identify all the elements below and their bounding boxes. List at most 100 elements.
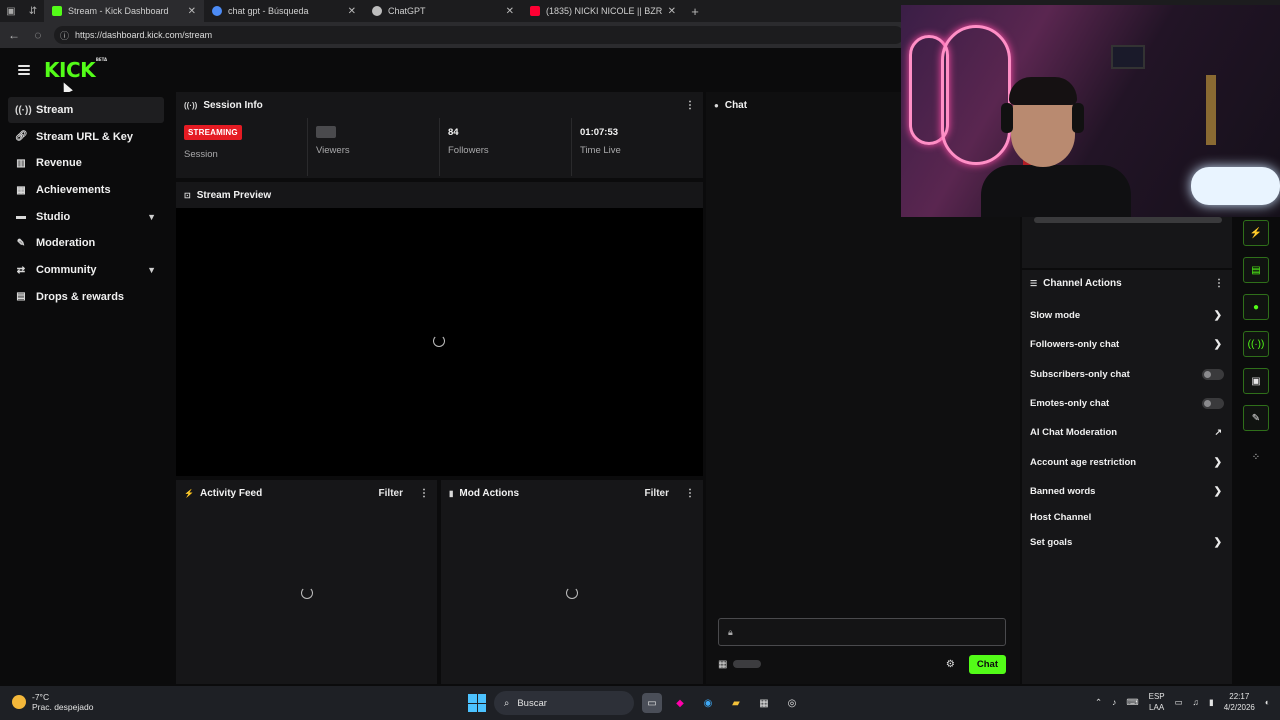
- store-icon[interactable]: ▦: [718, 659, 727, 670]
- list-icon: ☰: [1030, 278, 1038, 288]
- browser-tab-kick[interactable]: Stream - Kick Dashboard ✕: [44, 0, 204, 22]
- volume-icon[interactable]: ♫: [1193, 697, 1199, 707]
- stat-label: Session: [184, 149, 218, 160]
- language-indicator[interactable]: ESP LAA: [1149, 691, 1165, 713]
- clock[interactable]: 22:17 4/2/2026: [1224, 691, 1255, 713]
- vertical-tabs-icon[interactable]: ⇵: [22, 0, 44, 22]
- windows-start-icon[interactable]: [468, 694, 486, 712]
- edge-icon[interactable]: ◉: [698, 693, 718, 713]
- chevron-right-icon: ❯: [1213, 339, 1222, 351]
- tab-actions-icon[interactable]: ▣: [0, 0, 22, 22]
- browser-tab-search[interactable]: chat gpt - Búsqueda ✕: [204, 0, 364, 22]
- viewers-loading-placeholder: [316, 126, 336, 138]
- link-icon: 🔗︎: [15, 131, 28, 143]
- sidebar-item-stream[interactable]: ((·)) Stream: [8, 97, 164, 123]
- emotes-only-toggle[interactable]: [1202, 398, 1224, 410]
- chevron-right-icon: ❯: [1213, 485, 1222, 497]
- chat-input[interactable]: 🔒︎: [718, 618, 1006, 646]
- channel-actions-panel: ☰ Channel Actions ⋮ Slow mode ❯ Follower…: [1022, 270, 1232, 684]
- wrench-icon[interactable]: ✎: [1243, 405, 1269, 431]
- chevron-up-icon[interactable]: ⌃: [1095, 697, 1102, 708]
- action-label: Account age restriction: [1030, 456, 1137, 468]
- action-label: Followers-only chat: [1030, 339, 1120, 351]
- windows-taskbar: -7°C Prac. despejado ⌕ Buscar ▭ ◆ ◉ ▰ ▦ …: [0, 686, 1280, 720]
- send-chat-button[interactable]: Chat: [968, 654, 1006, 674]
- menu-icon[interactable]: [18, 65, 30, 75]
- stat-time-live: 01:07:53 Time Live: [572, 118, 703, 176]
- dots-icon[interactable]: ⁘: [1243, 444, 1269, 470]
- sidebar-item-drops-rewards[interactable]: ▤ Drops & rewards: [8, 284, 164, 310]
- battery-icon[interactable]: ▮: [1209, 697, 1214, 708]
- chat-bubble-icon[interactable]: ●: [1243, 294, 1269, 320]
- sidebar-item-label: Drops & rewards: [36, 290, 125, 303]
- task-view-icon[interactable]: ▭: [642, 693, 662, 713]
- stream-preview-video[interactable]: [176, 208, 703, 476]
- loading-spinner-icon: [433, 335, 445, 347]
- chevron-down-icon[interactable]: ▼: [147, 212, 156, 222]
- keyboard-icon[interactable]: ⌨: [1126, 697, 1138, 708]
- trophy-icon: ▦: [16, 184, 26, 196]
- kick-logo[interactable]: KICK BETA: [44, 57, 107, 82]
- network-icon[interactable]: ▭: [1175, 697, 1183, 708]
- streamer-hair: [1009, 77, 1077, 105]
- close-tab-icon[interactable]: ✕: [506, 6, 514, 17]
- browser-tab-youtube[interactable]: (1835) NICKI NICOLE || BZRP Mus ✕: [522, 0, 684, 22]
- filter-button[interactable]: Filter: [645, 488, 669, 499]
- neon-sign: [941, 25, 1011, 165]
- more-options-icon[interactable]: ⋮: [685, 488, 695, 499]
- close-tab-icon[interactable]: ✕: [668, 6, 676, 17]
- more-options-icon[interactable]: ⋮: [419, 488, 429, 499]
- action-set-goals[interactable]: Set goals ❯: [1022, 528, 1232, 557]
- more-options-icon[interactable]: ⋮: [1214, 278, 1224, 289]
- back-arrow-icon[interactable]: ←: [6, 28, 22, 42]
- sidebar-item-studio[interactable]: ▬ Studio ▼: [8, 204, 164, 230]
- notes-icon[interactable]: ▤: [1243, 257, 1269, 283]
- more-options-icon[interactable]: ⋮: [685, 100, 695, 111]
- weather-widget[interactable]: -7°C Prac. despejado: [12, 692, 93, 712]
- action-label: AI Chat Moderation: [1030, 427, 1118, 439]
- close-tab-icon[interactable]: ✕: [348, 6, 356, 17]
- sidebar-item-moderation[interactable]: ✎ Moderation: [8, 230, 164, 256]
- sidebar-item-achievements[interactable]: ▦ Achievements: [8, 177, 164, 203]
- layout-icon[interactable]: ▣: [1243, 368, 1269, 394]
- taskbar-search[interactable]: ⌕ Buscar: [494, 691, 634, 715]
- microphone-icon[interactable]: ♪: [1112, 697, 1116, 707]
- stat-label: Followers: [448, 145, 489, 156]
- headset: [1072, 103, 1084, 133]
- close-tab-icon[interactable]: ✕: [188, 6, 196, 17]
- sidebar-item-stream-url-key[interactable]: 🔗︎ Stream URL & Key: [8, 124, 164, 150]
- action-slow-mode[interactable]: Slow mode ❯: [1022, 301, 1232, 330]
- subscribers-only-toggle[interactable]: [1202, 368, 1224, 380]
- chevron-down-icon[interactable]: ▼: [147, 265, 156, 275]
- action-host-channel[interactable]: Host Channel: [1022, 506, 1232, 528]
- lightning-icon[interactable]: ⚡: [1243, 220, 1269, 246]
- stat-viewers: Viewers: [308, 118, 440, 176]
- action-ai-chat-moderation[interactable]: AI Chat Moderation ↗: [1022, 418, 1232, 447]
- gear-icon[interactable]: ⚙: [946, 659, 955, 670]
- file-explorer-icon[interactable]: ▰: [726, 693, 746, 713]
- site-info-icon[interactable]: ⓘ: [60, 29, 69, 42]
- action-emotes-only-chat: Emotes-only chat: [1022, 389, 1232, 418]
- loading-icon[interactable]: ◌: [30, 28, 46, 42]
- youtube-favicon-icon: [530, 6, 540, 16]
- filter-button[interactable]: Filter: [379, 488, 403, 499]
- action-banned-words[interactable]: Banned words ❯: [1022, 477, 1232, 506]
- weather-temp: -7°C: [32, 692, 50, 702]
- bank-icon: ▥: [16, 157, 26, 169]
- action-account-age-restriction[interactable]: Account age restriction ❯: [1022, 447, 1232, 476]
- loading-spinner-icon: [301, 587, 313, 599]
- url-field[interactable]: ⓘ https://dashboard.kick.com/stream: [54, 26, 904, 44]
- notifications-icon[interactable]: ◐: [1265, 697, 1270, 707]
- sidebar-item-revenue[interactable]: ▥ Revenue: [8, 150, 164, 176]
- copilot-icon[interactable]: ◆: [670, 693, 690, 713]
- shield-icon: ▮: [449, 488, 454, 498]
- weather-icon: [12, 695, 26, 709]
- browser-tab-chatgpt[interactable]: ChatGPT ✕: [364, 0, 522, 22]
- store-icon[interactable]: ▦: [754, 693, 774, 713]
- action-followers-only-chat[interactable]: Followers-only chat ❯: [1022, 330, 1232, 359]
- system-tray: ⌃ ♪ ⌨ ESP LAA ▭ ♫ ▮ 22:17 4/2/2026 ◐: [1095, 691, 1270, 713]
- new-tab-icon[interactable]: +: [684, 4, 706, 19]
- broadcast-icon[interactable]: ((·)): [1243, 331, 1269, 357]
- sidebar-item-community[interactable]: ⇄ Community ▼: [8, 257, 164, 283]
- obs-icon[interactable]: ◎: [782, 693, 802, 713]
